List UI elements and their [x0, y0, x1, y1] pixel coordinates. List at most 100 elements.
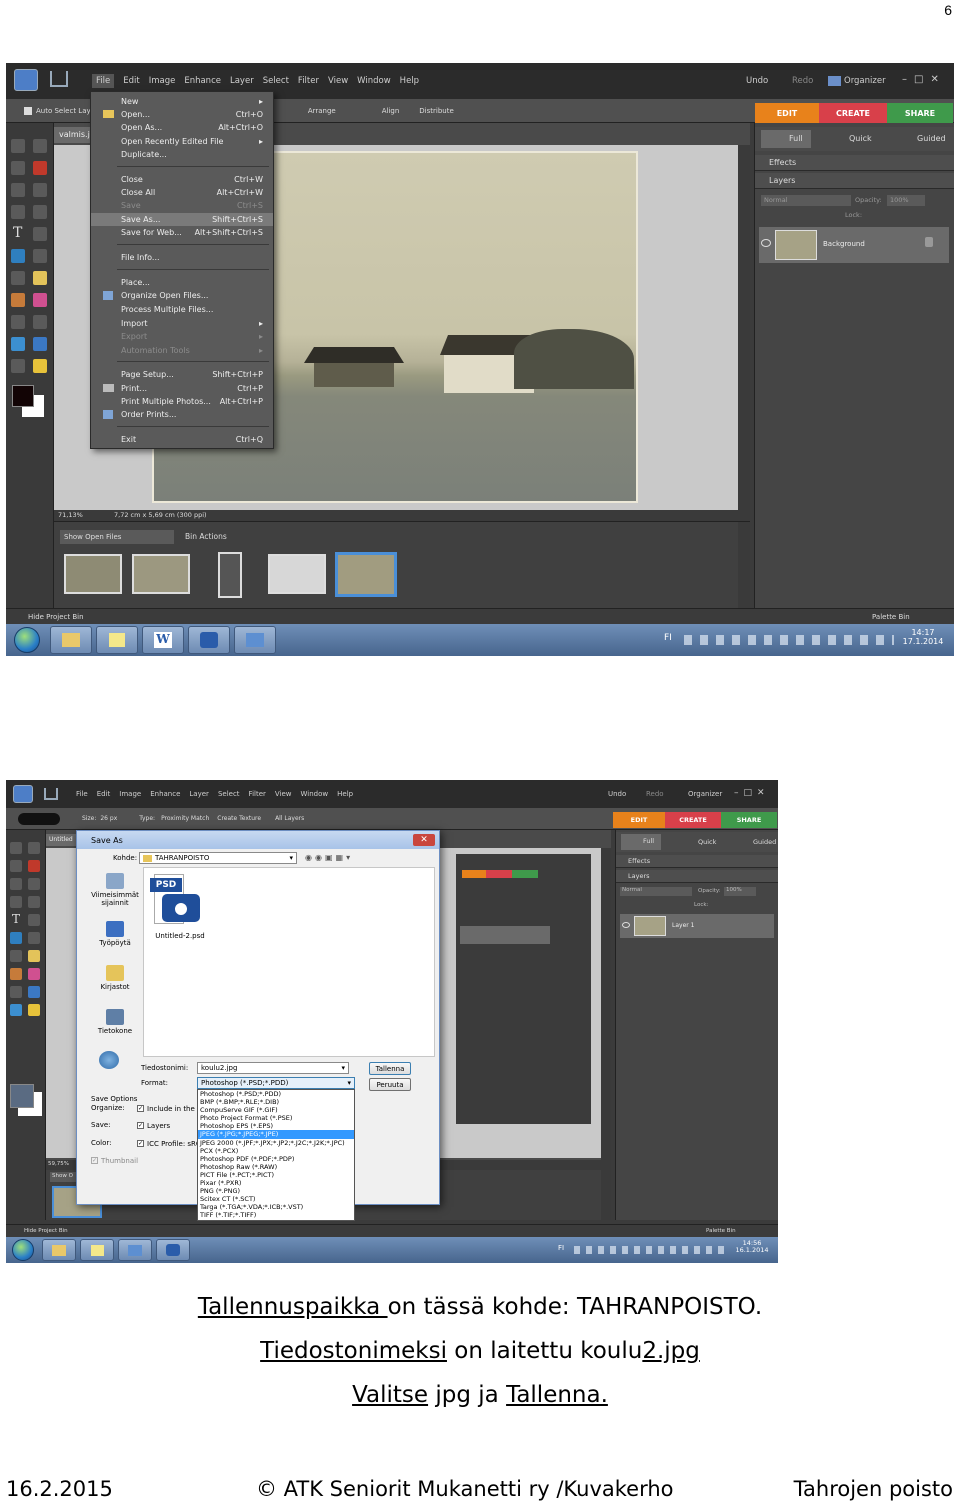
- filename-input[interactable]: koulu2.jpg ▾: [197, 1062, 349, 1074]
- layer-row-background[interactable]: Background: [759, 227, 949, 263]
- magic-wand-tool-icon[interactable]: [11, 205, 25, 219]
- subtab-full[interactable]: Full: [621, 834, 661, 850]
- blend-mode-dropdown[interactable]: Normal: [761, 195, 851, 206]
- place-computer[interactable]: Tietokone: [89, 1009, 141, 1035]
- bin-scrollbar[interactable]: [738, 522, 750, 609]
- crop-tool-icon[interactable]: [28, 914, 40, 926]
- blend-mode-dropdown[interactable]: Normal: [620, 887, 692, 896]
- place-recent[interactable]: Viimeisimmät sijainnit: [89, 873, 141, 907]
- undo-button[interactable]: Undo: [746, 76, 768, 86]
- bin-thumbnail-3[interactable]: [218, 552, 242, 598]
- system-tray-icons[interactable]: [574, 1246, 726, 1254]
- thumbnail-checkbox[interactable]: ✓: [91, 1157, 98, 1164]
- language-indicator[interactable]: FI: [558, 1244, 564, 1252]
- menu-image[interactable]: Image: [149, 76, 176, 86]
- quick-selection-tool-icon[interactable]: [28, 896, 40, 908]
- menu-view[interactable]: View: [328, 76, 348, 86]
- tab-create[interactable]: CREATE: [665, 812, 721, 828]
- visibility-eye-icon[interactable]: [761, 239, 771, 247]
- menu-edit[interactable]: Edit: [123, 76, 139, 86]
- taskbar-notes-icon[interactable]: [80, 1239, 114, 1261]
- place-desktop[interactable]: Työpöytä: [89, 921, 141, 947]
- menu-item-file-info[interactable]: File Info...: [91, 251, 273, 264]
- lasso-tool-icon[interactable]: [33, 183, 47, 197]
- dialog-close-button[interactable]: ✕: [413, 834, 435, 846]
- subtab-quick[interactable]: Quick: [849, 134, 872, 143]
- menu-item-page-setup[interactable]: Page Setup... Shift+Ctrl+P: [91, 368, 273, 381]
- bin-thumbnail-2[interactable]: [132, 554, 190, 594]
- subtab-guided[interactable]: Guided: [917, 134, 946, 143]
- home-icon[interactable]: [44, 788, 58, 800]
- format-dropdown[interactable]: Photoshop (*.PSD;*.PDD) ▾: [197, 1077, 355, 1089]
- start-button-icon[interactable]: [12, 1239, 34, 1261]
- menu-item-print[interactable]: Print... Ctrl+P: [91, 382, 273, 395]
- gradient-tool-icon[interactable]: [11, 337, 25, 351]
- subtab-guided[interactable]: Guided: [753, 838, 776, 846]
- menu-file[interactable]: File: [76, 790, 88, 798]
- brush-tool-icon[interactable]: [10, 986, 22, 998]
- crop-tool-icon[interactable]: [33, 227, 47, 241]
- format-option[interactable]: TIFF (*.TIF;*.TIFF): [198, 1211, 354, 1219]
- format-option[interactable]: CompuServe GIF (*.GIF): [198, 1106, 354, 1114]
- layers-panel-header[interactable]: Layers: [755, 173, 954, 189]
- redo-button[interactable]: Redo: [646, 790, 664, 798]
- tab-create[interactable]: CREATE: [819, 103, 887, 123]
- format-option[interactable]: PCX (*.PCX): [198, 1147, 354, 1155]
- include-in-organizer-checkbox[interactable]: ✓: [137, 1105, 144, 1112]
- menu-item-print-multiple[interactable]: Print Multiple Photos... Alt+Ctrl+P: [91, 395, 273, 408]
- bin-thumbnail-5-selected[interactable]: [335, 552, 397, 597]
- zoom-tool-icon[interactable]: [33, 139, 47, 153]
- system-tray-icons[interactable]: [684, 635, 894, 645]
- organizer-button[interactable]: Organizer: [688, 790, 722, 798]
- format-option[interactable]: Photoshop (*.PSD;*.PDD): [198, 1090, 354, 1098]
- menu-item-close[interactable]: Close Ctrl+W: [91, 173, 273, 186]
- all-layers-checkbox[interactable]: All Layers: [275, 815, 304, 822]
- smart-brush-tool-icon[interactable]: [33, 315, 47, 329]
- menu-item-organize-open-files[interactable]: Organize Open Files...: [91, 289, 273, 302]
- hide-project-bin-button[interactable]: Hide Project Bin: [28, 613, 84, 621]
- marquee-tool-icon[interactable]: [11, 183, 25, 197]
- proximity-match-radio[interactable]: Proximity Match: [161, 815, 209, 822]
- visibility-eye-icon[interactable]: [622, 922, 630, 928]
- menu-help[interactable]: Help: [337, 790, 353, 798]
- blur-tool-icon[interactable]: [11, 359, 25, 373]
- vertical-scrollbar[interactable]: [738, 145, 750, 510]
- hand-tool-icon[interactable]: [10, 860, 22, 872]
- distribute-dropdown[interactable]: Distribute: [419, 107, 453, 115]
- bin-thumbnail-4[interactable]: [268, 554, 326, 594]
- menu-layer[interactable]: Layer: [230, 76, 254, 86]
- bin-thumbnail-1[interactable]: [64, 554, 122, 594]
- format-option[interactable]: Pixar (*.PXR): [198, 1179, 354, 1187]
- auto-select-checkbox[interactable]: [24, 106, 32, 115]
- menu-item-process-multiple[interactable]: Process Multiple Files...: [91, 303, 273, 316]
- shape-tool-icon[interactable]: [33, 337, 47, 351]
- menu-item-save[interactable]: Save Ctrl+S: [91, 199, 273, 212]
- tab-edit[interactable]: EDIT: [755, 103, 819, 123]
- menu-select[interactable]: Select: [218, 790, 240, 798]
- foreground-color-swatch[interactable]: [12, 385, 34, 407]
- taskbar-photoshop-elements-icon[interactable]: [156, 1239, 190, 1261]
- format-option[interactable]: JPEG 2000 (*.JPF;*.JPX;*.JP2;*.J2C;*.J2K…: [198, 1139, 354, 1147]
- menu-item-close-all[interactable]: Close All Alt+Ctrl+W: [91, 186, 273, 199]
- hide-project-bin-button[interactable]: Hide Project Bin: [24, 1228, 68, 1234]
- effects-panel-header[interactable]: Effects: [755, 155, 954, 171]
- window-controls[interactable]: –□✕: [902, 74, 946, 85]
- eyedropper-tool-icon[interactable]: [33, 161, 47, 175]
- foreground-color-swatch[interactable]: [10, 1084, 34, 1108]
- menu-item-automation-tools[interactable]: Automation Tools ▸: [91, 344, 273, 357]
- undo-button[interactable]: Undo: [608, 790, 626, 798]
- layers-checkbox[interactable]: ✓: [137, 1122, 144, 1129]
- hand-tool-icon[interactable]: [11, 161, 25, 175]
- layer-row-layer-1[interactable]: Layer 1: [620, 914, 774, 938]
- menu-item-new[interactable]: New ▸: [91, 95, 273, 108]
- taskbar-notes-icon[interactable]: [96, 626, 138, 654]
- move-tool-icon[interactable]: [10, 842, 22, 854]
- red-eye-tool-icon[interactable]: [11, 271, 25, 285]
- taskbar-explorer-icon[interactable]: [50, 626, 92, 654]
- healing-brush-tool-icon[interactable]: [28, 950, 40, 962]
- network-icon[interactable]: [99, 1051, 119, 1069]
- taskbar-gallery-icon[interactable]: [234, 626, 276, 654]
- effects-panel-header[interactable]: Effects: [616, 855, 778, 868]
- straighten-tool-icon[interactable]: [28, 932, 40, 944]
- opacity-field[interactable]: 100%: [887, 195, 925, 206]
